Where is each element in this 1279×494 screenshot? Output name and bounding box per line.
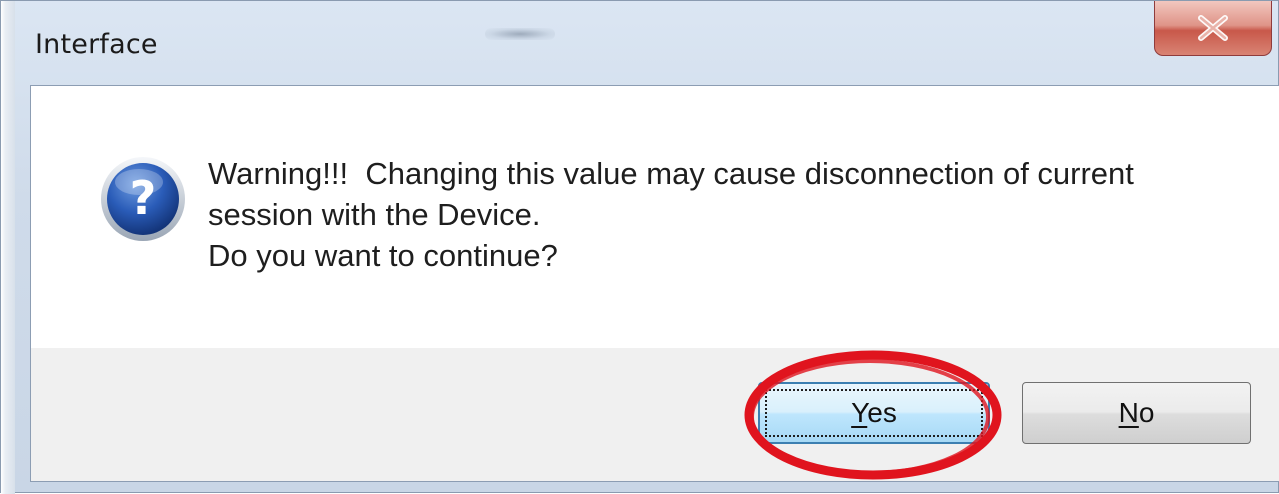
yes-button[interactable]: Yes <box>758 382 990 444</box>
message-line: session with the Device. <box>208 197 541 232</box>
question-icon: ? <box>101 157 185 241</box>
title-blur-mark <box>485 28 555 40</box>
window-frame-left <box>1 1 15 494</box>
button-bar: Yes No <box>31 348 1279 481</box>
no-button-label: No <box>1118 397 1155 428</box>
message-line: Warning!!! Changing this value may cause… <box>208 156 1134 191</box>
svg-text:?: ? <box>130 171 157 225</box>
no-button[interactable]: No <box>1022 382 1251 444</box>
yes-button-label: Yes <box>851 397 897 428</box>
message-line: Do you want to continue? <box>208 238 558 273</box>
dialog-content: ? Warning!!! Changing this value may cau… <box>30 85 1279 482</box>
message-text: Warning!!! Changing this value may cause… <box>208 153 1134 276</box>
message-area: ? Warning!!! Changing this value may cau… <box>31 86 1279 348</box>
title-bar[interactable]: Interface <box>15 1 1278 87</box>
close-button[interactable] <box>1154 1 1272 56</box>
dialog-window: Interface ? Warning!!! Changing this val… <box>0 0 1279 494</box>
window-title: Interface <box>35 29 158 60</box>
close-icon <box>1198 15 1228 41</box>
